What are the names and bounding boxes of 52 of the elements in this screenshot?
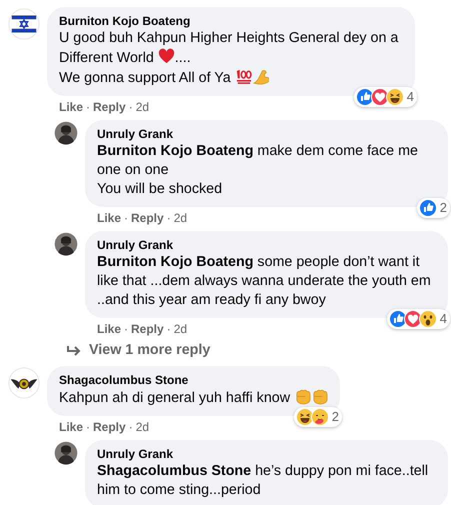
hundred-points-icon xyxy=(234,68,252,85)
comment-text: Burniton Kojo Boateng make dem come face me one on one xyxy=(97,142,419,180)
surprised-face-icon xyxy=(418,310,437,328)
like-link[interactable]: Like xyxy=(59,420,84,434)
separator-dot: · xyxy=(124,322,128,336)
separator-dot: · xyxy=(128,420,133,434)
comment-text: U good buh Kahpun Higher Heights General dey on a Different World .... xyxy=(59,29,400,68)
author-name[interactable]: Unruly Grank xyxy=(97,237,436,253)
reply-link[interactable]: Reply xyxy=(131,322,164,336)
timestamp[interactable]: 2d xyxy=(174,322,188,336)
timestamp[interactable]: 2d xyxy=(136,100,150,114)
hugging-face-icon xyxy=(310,408,329,426)
reply-link[interactable]: Reply xyxy=(93,100,126,114)
reaction-badge[interactable]: 4 xyxy=(354,87,417,107)
author-name[interactable]: Unruly Grank xyxy=(97,126,436,142)
view-more-replies-link[interactable]: View 1 more reply xyxy=(66,342,448,358)
timestamp[interactable]: 2d xyxy=(174,211,188,225)
author-name[interactable]: Unruly Grank xyxy=(97,446,436,462)
author-name[interactable]: Burniton Kojo Boateng xyxy=(59,13,403,29)
reply-link[interactable]: Reply xyxy=(93,420,126,434)
comment-text: Kahpun ah di general yuh haffi know xyxy=(59,388,328,408)
like-link[interactable]: Like xyxy=(59,100,84,114)
flag-avatar-icon xyxy=(8,8,40,40)
reaction-badge[interactable]: 2 xyxy=(294,407,342,427)
separator-dot: · xyxy=(86,100,90,114)
reaction-count: 4 xyxy=(406,88,414,106)
reaction-badge[interactable]: 4 xyxy=(386,309,450,329)
like-link[interactable]: Like xyxy=(97,211,122,225)
reaction-count: 2 xyxy=(332,408,340,426)
separator-dot: · xyxy=(166,322,171,336)
reaction-count: 2 xyxy=(440,199,447,217)
separator-dot: · xyxy=(128,100,133,114)
separator-dot: · xyxy=(124,211,128,225)
raised-fist-icon xyxy=(294,388,312,405)
laughing-face-icon xyxy=(386,88,404,106)
reaction-badge[interactable]: 2 xyxy=(416,198,450,218)
author-name[interactable]: Shagacolumbus Stone xyxy=(59,372,328,388)
comment-text: You will be shocked xyxy=(97,180,224,199)
raised-fist-icon xyxy=(311,388,328,405)
winged-emblem-icon xyxy=(8,367,40,399)
reply-arrow-icon xyxy=(66,344,81,356)
reply-link[interactable]: Reply xyxy=(131,211,164,225)
comment-text: We gonna support All of Ya xyxy=(59,68,403,88)
separator-dot: · xyxy=(86,420,90,434)
separator-dot: · xyxy=(166,211,171,225)
timestamp[interactable]: 2d xyxy=(136,420,150,434)
reaction-count: 4 xyxy=(440,310,447,328)
heart-icon xyxy=(158,48,175,65)
like-reaction-icon xyxy=(418,199,437,217)
comment-text: Burniton Kojo Boateng some people don’t want it like that ...dem always wanna underate the youth em ..and this year am ready fi any bwoy xyxy=(97,253,432,310)
comment-text: Shagacolumbus Stone he’s duppy pon mi face..tell him to come sting...period xyxy=(97,462,430,500)
like-link[interactable]: Like xyxy=(97,322,122,336)
